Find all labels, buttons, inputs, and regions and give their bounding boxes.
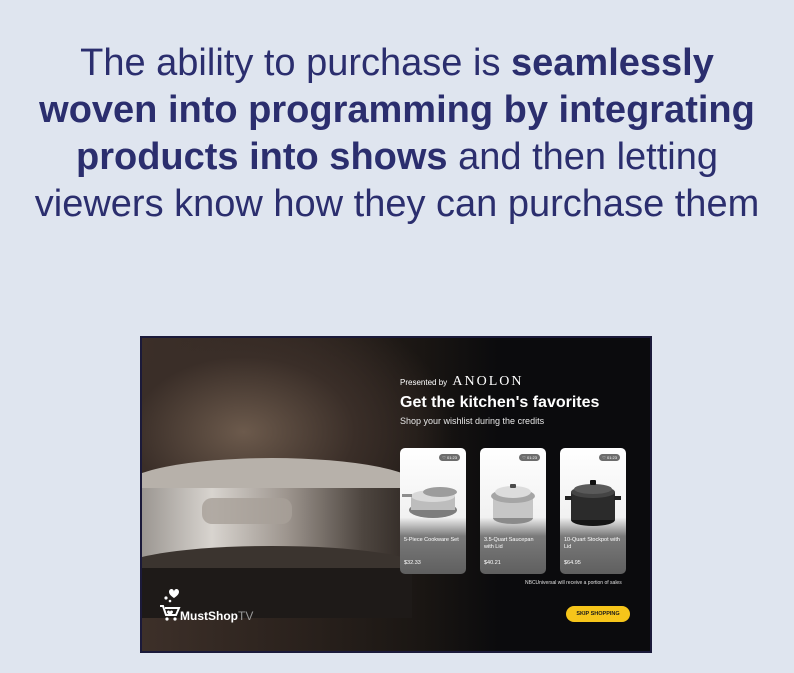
wishlist-tag[interactable]: ♡ 01:23: [519, 454, 540, 461]
logo-text: MustShopTV: [180, 609, 253, 623]
product-card[interactable]: ♡ 01:23 10-Quart Stockpot with Lid $64.9…: [560, 448, 626, 574]
tv-screenshot: Presented by ANOLON Get the kitchen's fa…: [140, 336, 652, 653]
product-name: 10-Quart Stockpot with Lid: [564, 537, 620, 550]
cart-heart-icon: [160, 589, 181, 621]
product-card[interactable]: ♡ 01:23 3.5-Quart Saucepan with Lid $40.…: [480, 448, 546, 574]
headline: The ability to purchase is seamlessly wo…: [20, 40, 774, 228]
product-price: $64.95: [564, 560, 581, 566]
brand-logo: ANOLON: [452, 374, 524, 389]
wishlist-tag[interactable]: ♡ 01:23: [439, 454, 460, 461]
presented-by: Presented by ANOLON: [400, 374, 523, 390]
headline-part-1: The ability to purchase is: [80, 42, 512, 84]
saucepan-image: [491, 484, 535, 524]
product-card[interactable]: ♡ 01:23 5-Piece Cookware Set $32.33: [400, 448, 466, 574]
product-name: 3.5-Quart Saucepan with Lid: [484, 537, 534, 550]
product-name: 5-Piece Cookware Set: [404, 537, 459, 543]
screen-subtitle: Shop your wishlist during the credits: [400, 416, 545, 426]
mustshoptv-logo: MustShopTV: [158, 582, 268, 630]
cookware-set-image: [402, 487, 457, 518]
skip-shopping-button[interactable]: SKIP SHOPPING: [566, 606, 630, 622]
presented-by-label: Presented by: [400, 378, 448, 387]
disclaimer: NBCUniversal will receive a portion of s…: [525, 580, 622, 586]
logo-tv: TV: [238, 609, 254, 623]
product-price: $32.33: [404, 560, 421, 566]
screen-title: Get the kitchen's favorites: [400, 394, 600, 411]
wishlist-tag[interactable]: ♡ 01:23: [599, 454, 620, 461]
stockpot-image: [565, 480, 621, 526]
logo-main: MustShop: [180, 609, 238, 623]
product-price: $40.21: [484, 560, 501, 566]
